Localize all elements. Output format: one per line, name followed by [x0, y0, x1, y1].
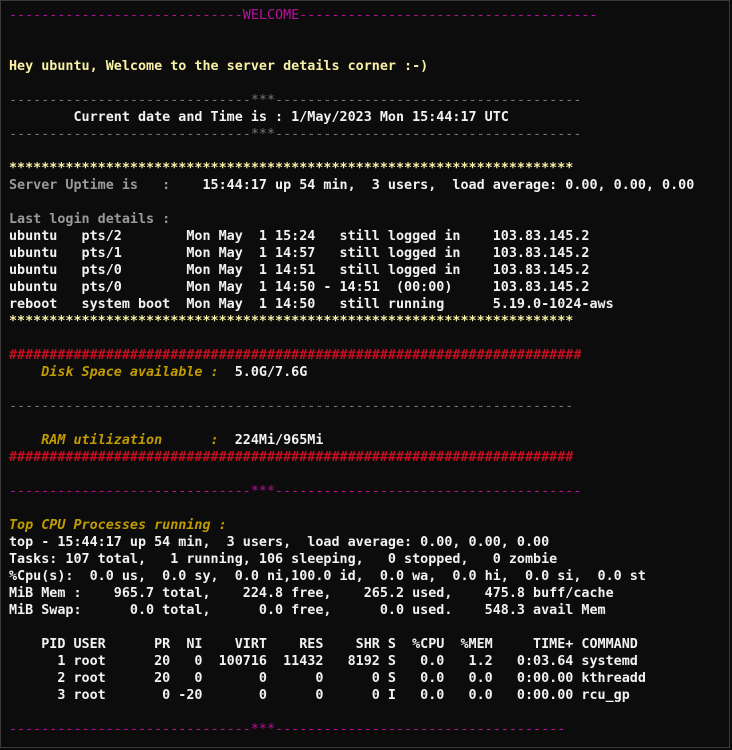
terminal-line-text: reboot system boot Mon May 1 14:50 still… [9, 297, 614, 312]
terminal-line: -----------------------------WELCOME----… [9, 7, 729, 24]
terminal-line-label: RAM utilization : [9, 433, 227, 448]
terminal-line: Current date and Time is : 1/May/2023 Mo… [9, 109, 729, 126]
terminal-line-label: Disk Space available : [9, 365, 227, 380]
terminal-line-text: 3 root 0 -20 0 0 0 I 0.0 0.0 0:00.00 rcu… [9, 688, 630, 703]
terminal-line-text: ubuntu pts/0 Mon May 1 14:51 still logge… [9, 263, 590, 278]
terminal-line-text: ########################################… [9, 450, 574, 465]
terminal-line-text: %Cpu(s): 0.0 us, 0.0 sy, 0.0 ni,100.0 id… [9, 569, 646, 584]
terminal-line: ****************************************… [9, 160, 729, 177]
terminal-line: ########################################… [9, 449, 729, 466]
terminal-line-text: PID USER PR NI VIRT RES SHR S %CPU %MEM … [9, 637, 638, 652]
terminal-line-text: ****************************************… [9, 161, 574, 176]
terminal-line-text: 2 root 20 0 0 0 0 S 0.0 0.0 0:00.00 kthr… [9, 671, 646, 686]
terminal-line: ------------------------------***-------… [9, 126, 729, 143]
terminal-line: MiB Swap: 0.0 total, 0.0 free, 0.0 used.… [9, 602, 729, 619]
terminal-line-text: MiB Mem : 965.7 total, 224.8 free, 265.2… [9, 586, 614, 601]
terminal-line: 2 root 20 0 0 0 0 S 0.0 0.0 0:00.00 kthr… [9, 670, 729, 687]
terminal-line-text: Hey ubuntu, Welcome to the server detail… [9, 59, 429, 74]
terminal-line: ------------------------------***-------… [9, 483, 729, 500]
terminal-line: ########################################… [9, 347, 729, 364]
terminal-line: 1 root 20 0 100716 11432 8192 S 0.0 1.2 … [9, 653, 729, 670]
terminal-line: Top CPU Processes running : [9, 517, 729, 534]
terminal-line: ------------------------------***-------… [9, 92, 729, 109]
terminal-line: reboot system boot Mon May 1 14:50 still… [9, 296, 729, 313]
terminal-line-text: ------------------------------***-------… [9, 484, 582, 499]
terminal-line-text: ubuntu pts/1 Mon May 1 14:57 still logge… [9, 246, 590, 261]
terminal-line-text: ------------------------------***-------… [9, 722, 566, 737]
terminal-line-text: ubuntu pts/0 Mon May 1 14:50 - 14:51 (00… [9, 280, 590, 295]
terminal-line-text: MiB Swap: 0.0 total, 0.0 free, 0.0 used.… [9, 603, 606, 618]
terminal-line: 3 root 0 -20 0 0 0 I 0.0 0.0 0:00.00 rcu… [9, 687, 729, 704]
terminal-line: Last login details : [9, 211, 729, 228]
terminal-line: ubuntu pts/0 Mon May 1 14:50 - 14:51 (00… [9, 279, 729, 296]
terminal-line: Disk Space available : 5.0G/7.6G [9, 364, 729, 381]
terminal-line-label: Server Uptime is : [9, 178, 171, 193]
terminal-line-text: ########################################… [9, 348, 582, 363]
terminal-line-text: top - 15:44:17 up 54 min, 3 users, load … [9, 535, 550, 550]
terminal-line: ------------------------------***-------… [9, 721, 729, 738]
terminal-line: Hey ubuntu, Welcome to the server detail… [9, 58, 729, 75]
terminal-line-text: -----------------------------WELCOME----… [9, 8, 598, 23]
terminal-line-text: ****************************************… [9, 314, 574, 329]
terminal-window[interactable]: -----------------------------WELCOME----… [0, 0, 730, 748]
terminal-line-text: ------------------------------***-------… [9, 93, 582, 108]
terminal-line-text: Tasks: 107 total, 1 running, 106 sleepin… [9, 552, 558, 567]
terminal-line: Tasks: 107 total, 1 running, 106 sleepin… [9, 551, 729, 568]
terminal-line-text: Top CPU Processes running : [9, 518, 227, 533]
terminal-output: -----------------------------WELCOME----… [9, 7, 729, 738]
terminal-line: PID USER PR NI VIRT RES SHR S %CPU %MEM … [9, 636, 729, 653]
terminal-line-text: ----------------------------------------… [9, 399, 574, 414]
terminal-line: MiB Mem : 965.7 total, 224.8 free, 265.2… [9, 585, 729, 602]
terminal-line: ubuntu pts/2 Mon May 1 15:24 still logge… [9, 228, 729, 245]
terminal-line-text: 1 root 20 0 100716 11432 8192 S 0.0 1.2 … [9, 654, 638, 669]
terminal-line: ****************************************… [9, 313, 729, 330]
terminal-line-value: 15:44:17 up 54 min, 3 users, load averag… [170, 178, 695, 193]
terminal-line: RAM utilization : 224Mi/965Mi [9, 432, 729, 449]
terminal-line: ubuntu pts/0 Mon May 1 14:51 still logge… [9, 262, 729, 279]
terminal-line-value: 5.0G/7.6G [226, 365, 308, 380]
terminal-line-value: 224Mi/965Mi [226, 433, 324, 448]
terminal-line: ubuntu pts/1 Mon May 1 14:57 still logge… [9, 245, 729, 262]
terminal-line: Server Uptime is : 15:44:17 up 54 min, 3… [9, 177, 729, 194]
terminal-line-text: Last login details : [9, 212, 171, 227]
terminal-line: %Cpu(s): 0.0 us, 0.0 sy, 0.0 ni,100.0 id… [9, 568, 729, 585]
terminal-line-text: ubuntu pts/2 Mon May 1 15:24 still logge… [9, 229, 590, 244]
terminal-line: top - 15:44:17 up 54 min, 3 users, load … [9, 534, 729, 551]
terminal-line: ----------------------------------------… [9, 398, 729, 415]
terminal-line-text: ------------------------------***-------… [9, 127, 582, 142]
terminal-line-text: Current date and Time is : 1/May/2023 Mo… [9, 110, 509, 125]
